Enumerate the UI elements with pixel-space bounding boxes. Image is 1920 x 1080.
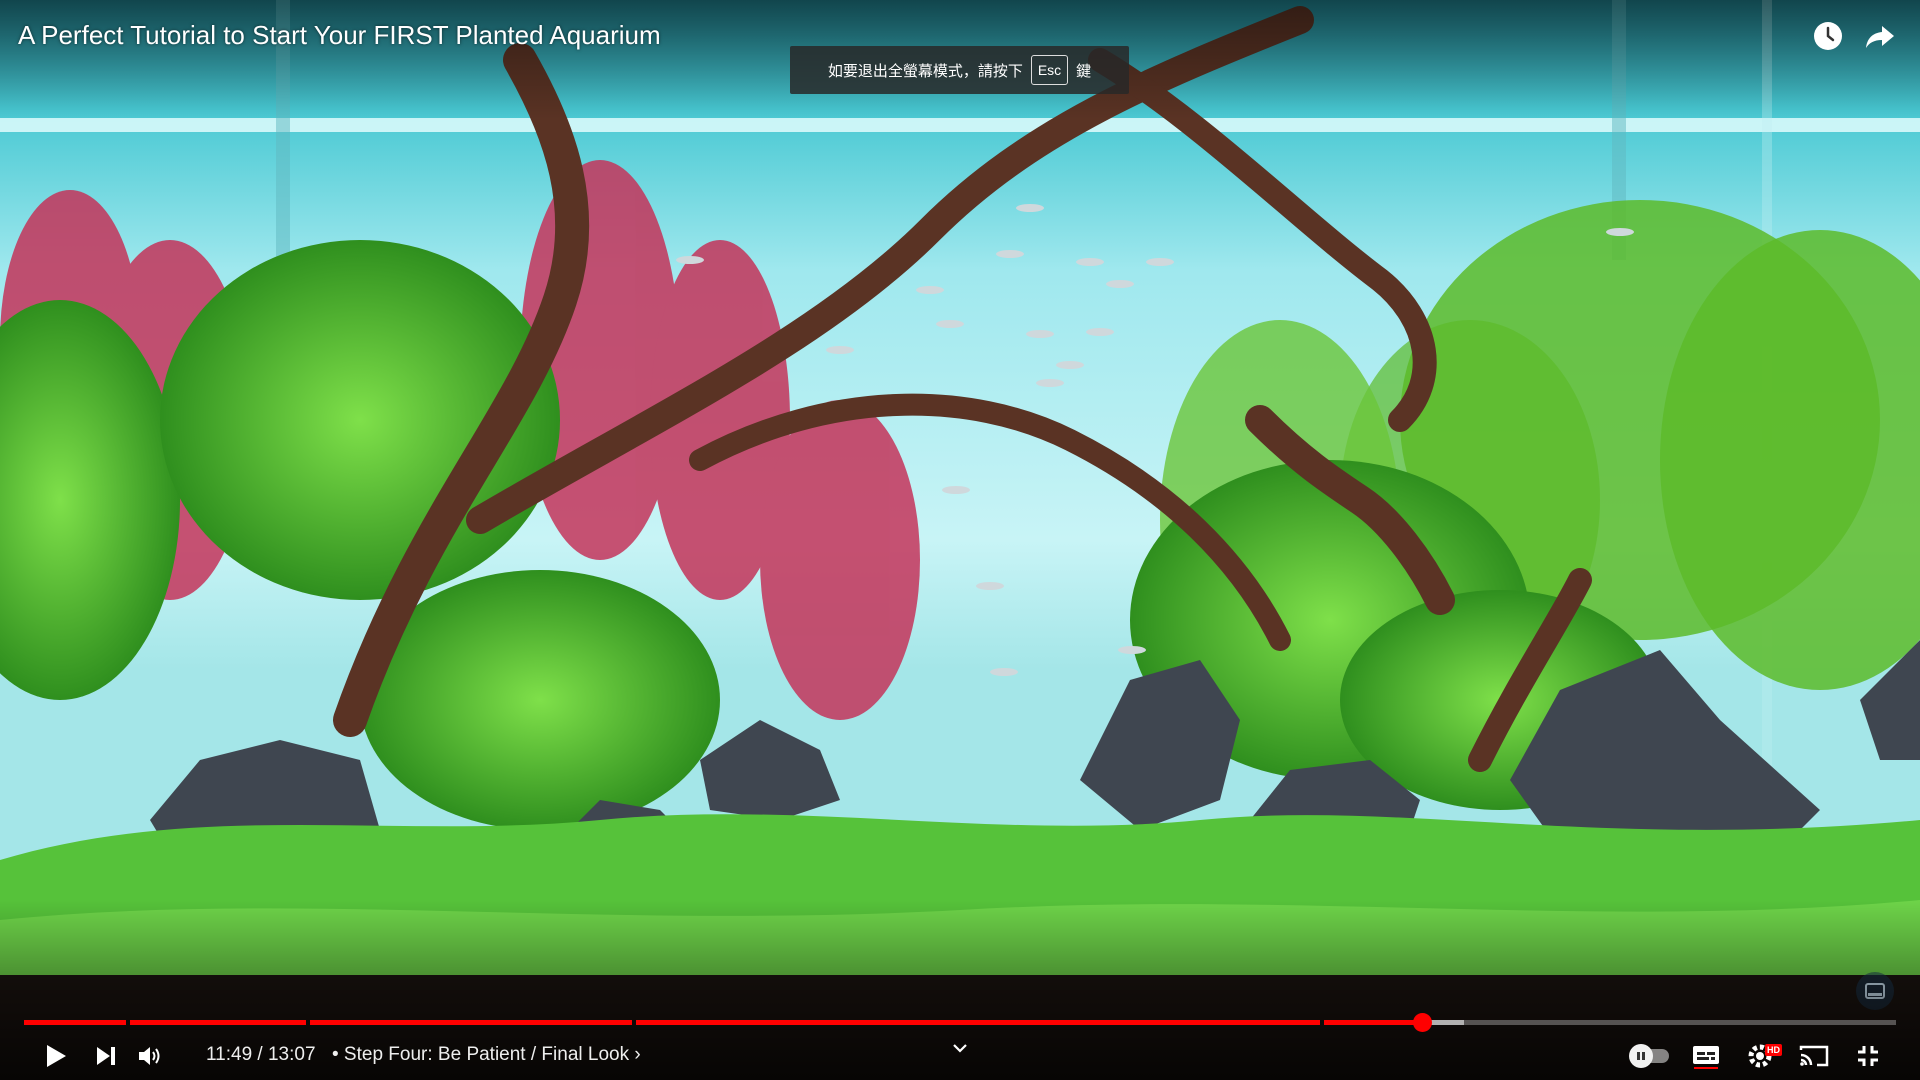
watch-later-button[interactable] (1808, 16, 1848, 56)
volume-button[interactable] (128, 1036, 172, 1076)
share-arrow-icon (1866, 26, 1894, 48)
chapter-segment[interactable] (24, 1020, 126, 1025)
chapter-title-button[interactable]: • Step Four: Be Patient / Final Look › (332, 1044, 641, 1066)
volume-icon (139, 1047, 160, 1065)
hd-badge: HD (1765, 1044, 1782, 1056)
time-display: 11:49 / 13:07 (206, 1044, 316, 1065)
chapter-segment[interactable] (310, 1020, 632, 1025)
esc-hint-suffix: 鍵 (1076, 62, 1092, 80)
subtitles-button[interactable] (1684, 1036, 1728, 1076)
more-videos-button[interactable] (948, 1038, 972, 1058)
chapter-segment[interactable] (130, 1020, 306, 1025)
settings-button[interactable]: HD (1740, 1036, 1784, 1076)
skip-next-icon (97, 1047, 115, 1065)
share-button[interactable] (1860, 16, 1900, 56)
fullscreen-exit-hint: 如要退出全螢幕模式，請按下 Esc 鍵 (790, 46, 1129, 94)
esc-key-label: Esc (1030, 55, 1069, 85)
chevron-down-icon (953, 1044, 967, 1053)
play-icon (47, 1045, 66, 1067)
cast-icon (1799, 1045, 1829, 1067)
chapter-segment[interactable] (636, 1020, 1320, 1025)
video-title[interactable]: A Perfect Tutorial to Start Your FIRST P… (18, 20, 661, 51)
autoplay-toggle-icon (1629, 1037, 1669, 1075)
chapter-segment[interactable] (1324, 1020, 1896, 1025)
exit-fullscreen-icon (1858, 1046, 1878, 1066)
video-player[interactable]: A Perfect Tutorial to Start Your FIRST P… (0, 0, 1920, 1080)
play-button[interactable] (34, 1036, 78, 1076)
progress-bar[interactable] (24, 1013, 1896, 1032)
subtitles-icon (1693, 1046, 1719, 1069)
cast-button[interactable] (1792, 1036, 1836, 1076)
exit-fullscreen-button[interactable] (1846, 1036, 1890, 1076)
next-button[interactable] (84, 1036, 128, 1076)
clock-icon (1814, 22, 1842, 50)
esc-hint-text: 如要退出全螢幕模式，請按下 (827, 62, 1023, 80)
chapter-chevron-icon: › (634, 1044, 641, 1065)
chapter-title: • Step Four: Be Patient / Final Look (332, 1044, 630, 1065)
autoplay-toggle[interactable] (1628, 1036, 1674, 1076)
